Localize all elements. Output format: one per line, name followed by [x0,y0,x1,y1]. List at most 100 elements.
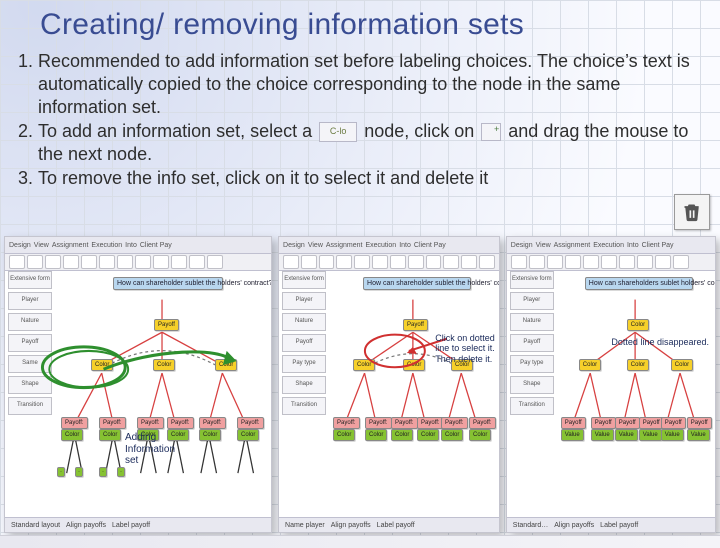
palette-item[interactable]: Nature [282,313,326,331]
decision-node[interactable]: Color [671,359,693,371]
palette-item[interactable]: Payoff [282,334,326,352]
toolbar-button[interactable] [443,255,459,269]
delete-button[interactable] [674,194,710,230]
decision-node[interactable]: Color [91,359,113,371]
tab[interactable]: Assignment [554,242,591,249]
player-node[interactable]: Payoff [154,319,179,331]
toolbar-button[interactable] [171,255,187,269]
payoff-node[interactable]: Payoff: [137,417,164,429]
decision-node[interactable]: Color [627,359,649,371]
tab[interactable]: View [308,242,323,249]
toolbar-button[interactable] [529,255,545,269]
payoff-node[interactable]: Payoff: [167,417,194,429]
tree-canvas[interactable]: How can shareholder sublet the holders' … [329,271,497,516]
toolbar-button[interactable] [390,255,406,269]
payoff-value[interactable]: Value [687,429,710,441]
payoff-value[interactable]: Color [365,429,387,441]
toolbar-button[interactable] [426,255,442,269]
terminal-node[interactable]: · [99,467,107,477]
toolbar-button[interactable] [601,255,617,269]
toolbar-button[interactable] [81,255,97,269]
player-node[interactable]: Payoff [403,319,428,331]
toolbar-button[interactable] [461,255,477,269]
tab[interactable]: Client Pay [414,242,446,249]
payoff-node[interactable]: Payoff: [237,417,264,429]
payoff-value[interactable]: Color [237,429,259,441]
payoff-value[interactable]: Color [417,429,439,441]
toolbar-button[interactable] [283,255,299,269]
root-node[interactable]: How can shareholder sublet the holders' … [363,277,471,290]
palette-item[interactable]: Shape [282,376,326,394]
payoff-value[interactable]: Color [99,429,121,441]
tab[interactable]: Into [125,242,137,249]
palette-item[interactable]: Payoff [8,334,52,352]
toolbar-button[interactable] [354,255,370,269]
tab[interactable]: Assignment [326,242,363,249]
palette-item[interactable]: Extensive form [8,271,52,289]
payoff-value[interactable]: Color [199,429,221,441]
palette-item[interactable]: Extensive form [510,271,554,289]
toolbar-button[interactable] [9,255,25,269]
root-node[interactable]: How can shareholder sublet the holders' … [113,277,223,290]
toolbar-button[interactable] [336,255,352,269]
payoff-value[interactable]: Color [469,429,491,441]
tab[interactable]: Assignment [52,242,89,249]
palette-item[interactable]: Payoff [510,334,554,352]
palette-item[interactable]: Player [282,292,326,310]
tab[interactable]: Design [283,242,305,249]
toolbar-button[interactable] [637,255,653,269]
payoff-node[interactable]: Payoff: [391,417,418,429]
palette-item[interactable]: Shape [510,376,554,394]
payoff-value[interactable]: Color [441,429,463,441]
tab[interactable]: Client Pay [642,242,674,249]
payoff-node[interactable]: Payoff [639,417,664,429]
payoff-value[interactable]: Color [333,429,355,441]
palette-item[interactable]: Extensive form [282,271,326,289]
toolbar-button[interactable] [153,255,169,269]
toolbar-button[interactable] [189,255,205,269]
palette-item[interactable]: Pay type [282,355,326,373]
tab[interactable]: Into [399,242,411,249]
payoff-node[interactable]: Payoff: [417,417,444,429]
payoff-value[interactable]: Value [661,429,684,441]
toolbar-button[interactable] [45,255,61,269]
palette-item[interactable]: Transition [282,397,326,415]
payoff-node[interactable]: Payoff: [61,417,88,429]
toolbar-button[interactable] [27,255,43,269]
palette-item[interactable]: Nature [8,313,52,331]
toolbar-button[interactable] [655,255,671,269]
payoff-node[interactable]: Payoff [661,417,686,429]
toolbar-button[interactable] [135,255,151,269]
toolbar-button[interactable] [565,255,581,269]
tree-canvas[interactable]: How can shareholders sublet holders' con… [557,271,713,516]
terminal-node[interactable]: · [57,467,65,477]
tab[interactable]: Execution [91,242,122,249]
palette-item[interactable]: Transition [510,397,554,415]
palette-item[interactable]: Shape [8,376,52,394]
tab[interactable]: Execution [593,242,624,249]
decision-node[interactable]: Color [403,359,425,371]
toolbar-button[interactable] [372,255,388,269]
toolbar-button[interactable] [479,255,495,269]
payoff-node[interactable]: Payoff: [199,417,226,429]
toolbar-button[interactable] [301,255,317,269]
decision-node[interactable]: Color [153,359,175,371]
payoff-node[interactable]: Payoff: [99,417,126,429]
tab[interactable]: Into [627,242,639,249]
terminal-node[interactable]: · [75,467,83,477]
palette-item[interactable]: Same [8,355,52,373]
tab[interactable]: View [34,242,49,249]
toolbar-button[interactable] [511,255,527,269]
decision-node[interactable]: Color [353,359,375,371]
terminal-node[interactable]: · [117,467,125,477]
payoff-node[interactable]: Payoff: [365,417,392,429]
toolbar-button[interactable] [319,255,335,269]
toolbar-button[interactable] [408,255,424,269]
payoff-node[interactable]: Payoff [591,417,616,429]
player-node[interactable]: Color [627,319,649,331]
toolbar-button[interactable] [117,255,133,269]
decision-node[interactable]: Color [579,359,601,371]
toolbar-button[interactable] [207,255,223,269]
payoff-node[interactable]: Payoff [687,417,712,429]
toolbar-button[interactable] [619,255,635,269]
